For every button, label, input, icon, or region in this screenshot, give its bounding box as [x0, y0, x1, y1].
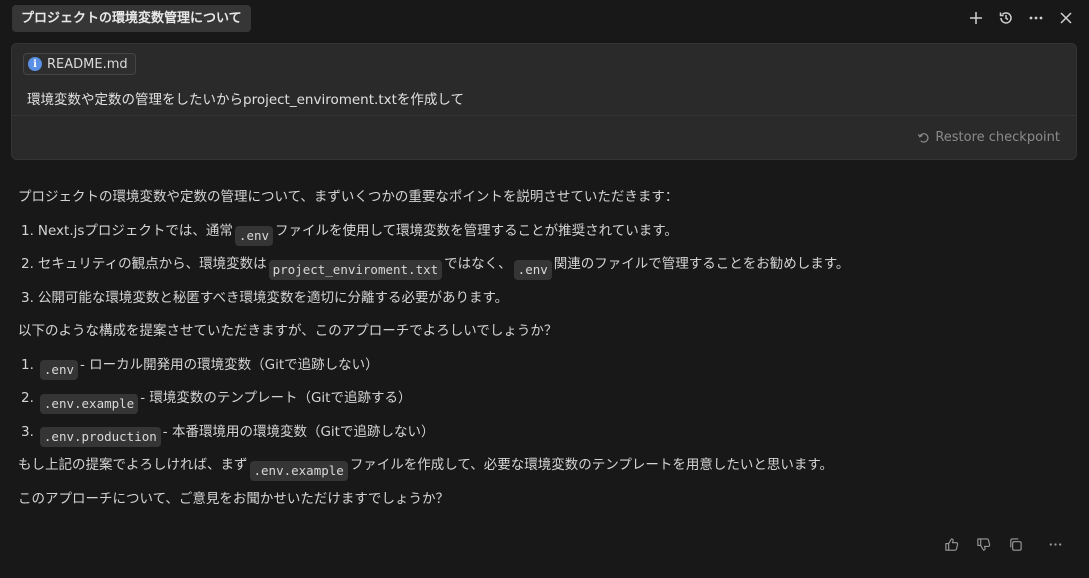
restore-icon: [918, 133, 929, 143]
response-closing: このアプローチについて、ご意見をお聞かせいただけますでしょうか？: [18, 490, 450, 507]
copy-icon[interactable]: [1003, 533, 1027, 555]
card-divider: [12, 115, 1076, 116]
restore-checkpoint-label: Restore checkpoint: [935, 130, 1060, 145]
inline-code: .env: [513, 259, 552, 280]
header-actions: [965, 6, 1077, 30]
inline-code: project_enviroment.txt: [268, 259, 443, 280]
list-item: 1. Next.jsプロジェクトでは、通常 .env ファイルを使用して環境変数…: [18, 220, 1068, 254]
thumbs-down-icon[interactable]: [971, 533, 995, 555]
inline-code: .env: [234, 226, 274, 247]
chat-title[interactable]: プロジェクトの環境変数管理について: [12, 5, 251, 32]
list-item: 3. .env.production - 本番環境用の環境変数（Gitで追跡しな…: [18, 421, 1068, 455]
history-icon[interactable]: [995, 6, 1017, 30]
list-item: 2. セキュリティの観点から、環境変数は project_enviroment.…: [18, 253, 1068, 287]
context-file-chip[interactable]: i README.md: [23, 53, 136, 75]
response-intro: プロジェクトの環境変数や定数の管理について、まずいくつかの重要なポイントを説明さ…: [18, 189, 679, 205]
inline-code: .env.production: [39, 427, 161, 448]
user-message-card[interactable]: i README.md 環境変数や定数の管理をしたいからproject_envi…: [11, 43, 1077, 160]
list-item: 1. .env - ローカル開発用の環境変数（Gitで追跡しない）: [18, 354, 1068, 388]
inline-code: .env.example: [249, 460, 348, 481]
message-actions: [939, 533, 1067, 555]
assistant-response: プロジェクトの環境変数や定数の管理について、まずいくつかの重要なポイントを説明さ…: [18, 186, 1068, 521]
chat-header: プロジェクトの環境変数管理について: [0, 0, 1089, 36]
close-icon[interactable]: [1055, 6, 1077, 30]
restore-checkpoint-button[interactable]: Restore checkpoint: [917, 130, 1060, 145]
inline-code: .env.example: [39, 393, 139, 414]
more-icon[interactable]: [1025, 6, 1047, 30]
response-next-step: もし上記の提案でよろしければ、まず .env.example ファイルを作成して…: [18, 454, 1068, 488]
context-file-name: README.md: [47, 56, 128, 72]
list-item: 2. .env.example - 環境変数のテンプレート（Gitで追跡する）: [18, 387, 1068, 421]
user-message-text: 環境変数や定数の管理をしたいからproject_enviroment.txtを作…: [27, 92, 464, 108]
inline-code: .env: [39, 360, 78, 381]
response-proposal: 以下のような構成を提案させていただきますが、このアプローチでよろしいでしょうか？: [18, 323, 558, 339]
list-item: 3. 公開可能な環境変数と秘匿すべき環境変数を適切に分離する必要があります。: [21, 289, 509, 306]
thumbs-up-icon[interactable]: [939, 533, 963, 555]
more-icon[interactable]: [1043, 533, 1067, 555]
plus-icon[interactable]: [965, 6, 987, 30]
info-icon: i: [28, 57, 42, 71]
